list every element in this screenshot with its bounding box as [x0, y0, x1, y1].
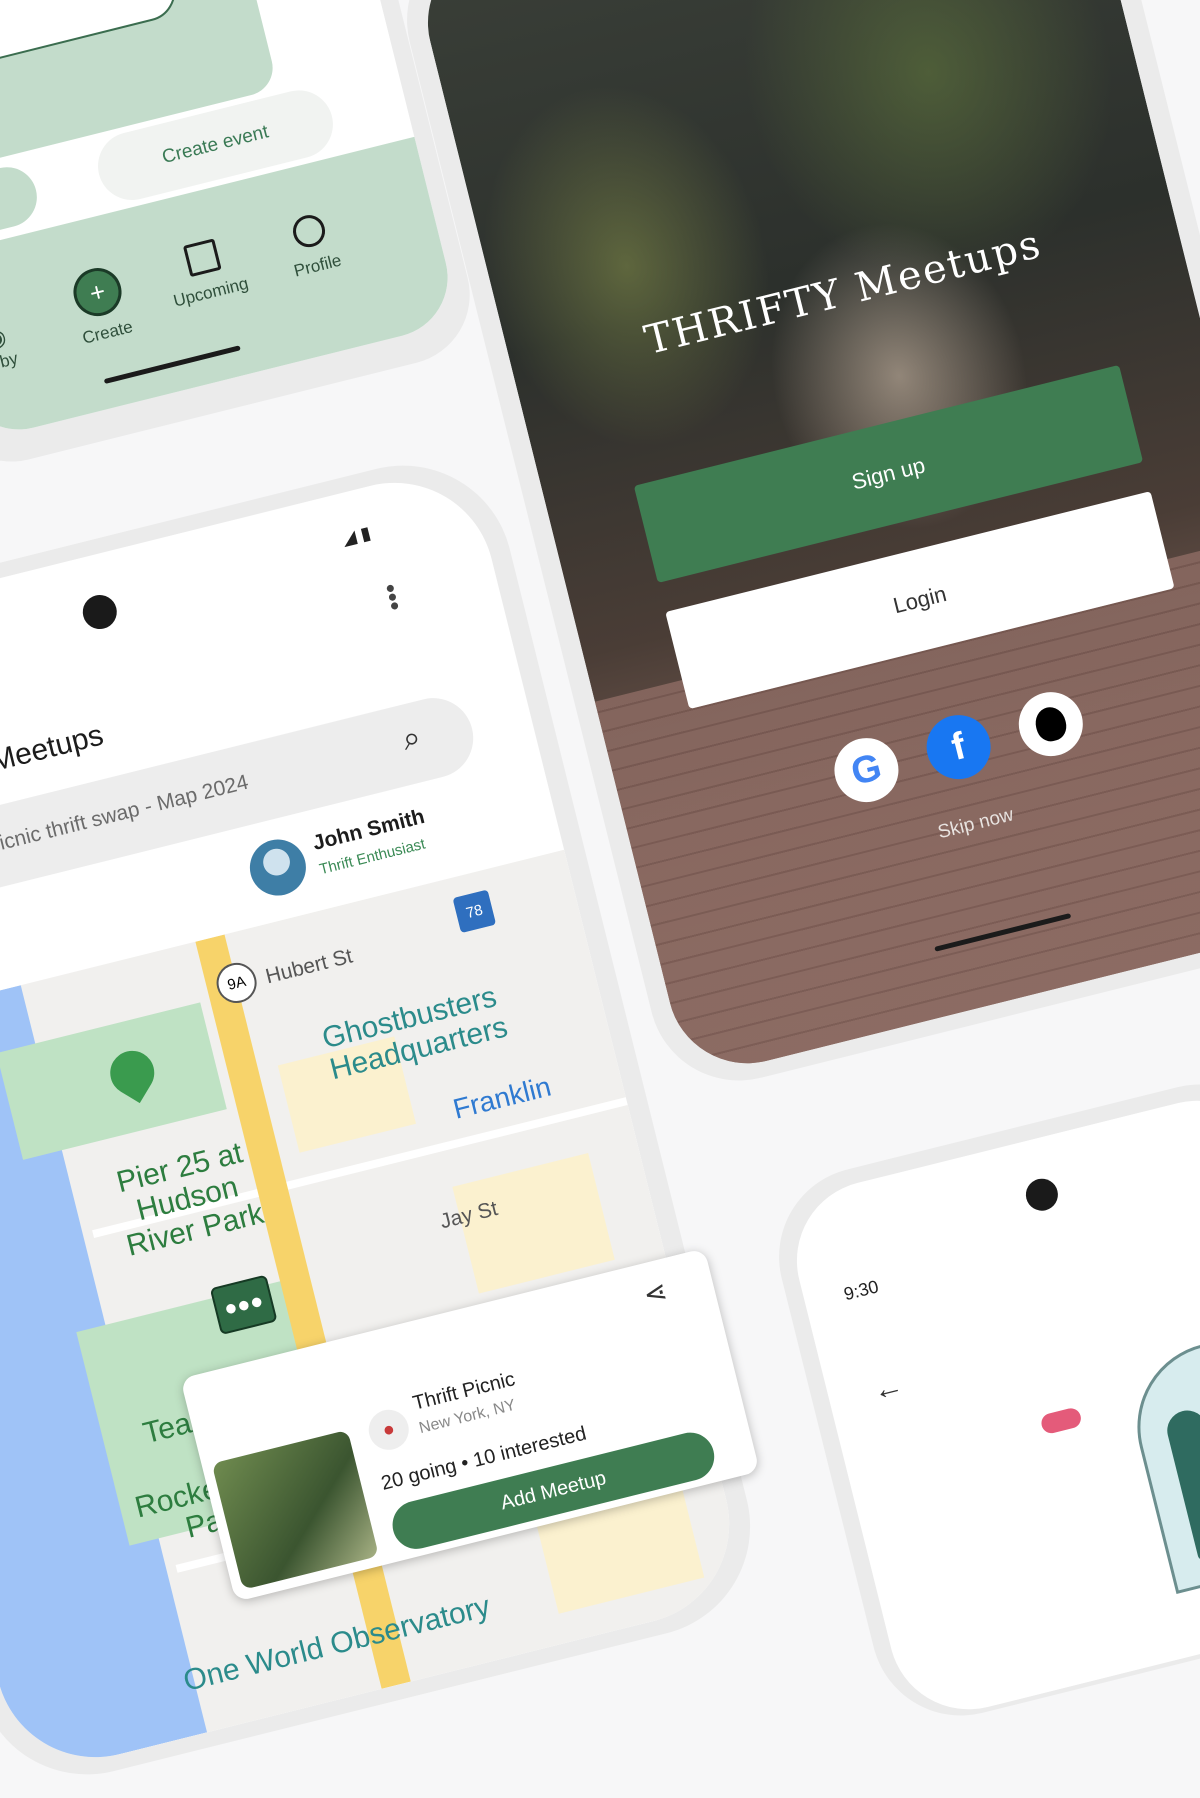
avatar[interactable] [243, 833, 312, 902]
phone-screen-top-left: Create event ◉ arby + Create Upcoming Pr… [0, 0, 461, 443]
map-label-street: Hubert St [263, 944, 355, 989]
google-icon: G [846, 745, 886, 794]
calendar-icon [182, 238, 222, 278]
search-input[interactable]: Picnic thrift swap - Map 2024 [0, 771, 251, 860]
map-label-park: Pier 25 at Hudson River Park [113, 1136, 268, 1263]
app-title: THRIFTY Meetups [640, 220, 1047, 365]
status-time: 9:30 [841, 1276, 881, 1305]
route-label: 78 [464, 901, 485, 922]
back-arrow-icon[interactable]: ← [870, 1369, 907, 1409]
map-label-station: Franklin [449, 1070, 555, 1125]
camera-cutout [1022, 1175, 1062, 1215]
group-icon: ●●● [221, 1287, 266, 1322]
route-badge: 78 [452, 889, 497, 934]
search-bar[interactable]: ≡ Picnic thrift swap - Map 2024 ⌕ [0, 689, 482, 913]
facebook-icon: f [947, 724, 970, 769]
camera-cutout [79, 591, 121, 633]
more-vert-icon[interactable]: • • • [382, 572, 402, 621]
user-circle-icon [289, 211, 329, 251]
search-icon[interactable]: ⌕ [398, 718, 425, 759]
plus-circle-icon: + [68, 263, 127, 322]
map-label-poi: Ghostbusters Headquarters [318, 980, 511, 1087]
status-icons: ◢ ▮ [339, 522, 373, 549]
route-label: 9A [225, 972, 248, 994]
illustration-plant [1039, 1406, 1083, 1436]
apple-icon [1032, 703, 1070, 745]
